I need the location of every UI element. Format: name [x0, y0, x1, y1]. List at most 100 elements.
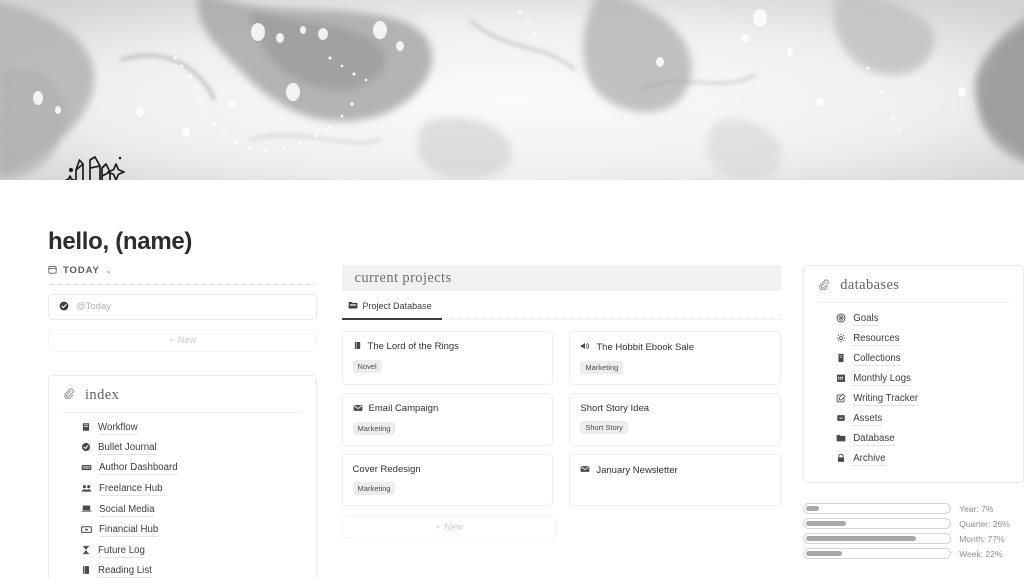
project-card-title-row: Cover Redesign	[353, 464, 543, 475]
megaphone-icon	[580, 341, 590, 354]
money-card-icon	[81, 524, 92, 538]
list-item[interactable]: Assets	[818, 409, 1009, 429]
today-new-button[interactable]: + New	[48, 328, 317, 352]
project-card[interactable]: Short Story Idea Short Story	[569, 392, 782, 446]
progress-track-week	[803, 548, 952, 559]
progress-row: Month: 77%	[803, 533, 1024, 544]
progress-row: Week: 22%	[803, 548, 1024, 559]
progress-label-year: Year: 7%	[959, 503, 994, 514]
today-task-row[interactable]: @Today	[48, 293, 317, 320]
left-column: TODAY ⌄ @Today + New index Workflow Bull…	[48, 265, 317, 578]
databases-panel-title: databases	[840, 277, 900, 293]
databases-list: Goals Resources Collections Monthly Logs…	[818, 309, 1009, 469]
databases-panel-header: databases	[818, 277, 1009, 303]
laptop-icon	[81, 503, 92, 517]
project-card-title-row: Email Campaign	[353, 403, 543, 416]
project-database-tabbar: Project Database	[341, 300, 782, 320]
list-item[interactable]: Monthly Logs	[818, 369, 1009, 389]
project-card-title: Cover Redesign	[352, 464, 421, 475]
calendar-grid-icon	[836, 373, 846, 386]
paperclip-icon	[63, 387, 74, 403]
paperclip-icon	[818, 278, 829, 294]
project-card[interactable]: Cover Redesign Marketing	[341, 454, 554, 506]
progress-label-week: Week: 22%	[959, 548, 1003, 559]
progress-label-quarter: Quarter: 26%	[959, 518, 1010, 529]
list-item[interactable]: Future Log	[63, 541, 302, 561]
people-icon	[81, 483, 92, 497]
project-card[interactable]: The Hobbit Ebook Sale Marketing	[569, 331, 782, 385]
list-item[interactable]: Archive	[818, 449, 1009, 469]
list-item[interactable]: Financial Hub	[63, 521, 302, 542]
list-item-label: Archive	[853, 452, 886, 466]
list-item[interactable]: Freelance Hub	[63, 479, 302, 500]
list-item-label: Collections	[853, 352, 901, 366]
tab-project-database[interactable]: Project Database	[341, 300, 442, 320]
project-card-tag: Marketing	[580, 360, 624, 374]
progress-track-month	[803, 533, 952, 544]
notebook-icon	[81, 422, 91, 435]
book-icon	[81, 565, 91, 578]
list-item-label: Reading List	[98, 564, 152, 578]
project-card-title-row: The Hobbit Ebook Sale	[580, 341, 770, 354]
list-item[interactable]: Writing Tracker	[818, 389, 1009, 409]
progress-fill-year	[806, 506, 819, 511]
list-item-label: Bullet Journal	[98, 442, 157, 455]
list-item-label: Assets	[853, 412, 883, 426]
list-item[interactable]: Goals	[818, 309, 1009, 329]
chevron-down-icon[interactable]: ⌄	[106, 267, 113, 275]
right-column: databases Goals Resources Collections Mo…	[803, 265, 1024, 578]
project-card[interactable]: The Lord of the Rings Novel	[341, 331, 554, 385]
plus-icon: +	[168, 335, 174, 345]
page-title: hello, (name)	[48, 228, 193, 255]
three-column-layout: TODAY ⌄ @Today + New index Workflow Bull…	[0, 265, 1024, 578]
list-item[interactable]: Database	[818, 429, 1009, 449]
progress-bars-group: Year: 7% Quarter: 26% Month: 77% Week: 2…	[803, 503, 1024, 559]
index-list: Workflow Bullet Journal Author Dashboard	[63, 419, 302, 578]
hourglass-icon	[81, 545, 91, 558]
list-item-label: Author Dashboard	[99, 462, 178, 476]
lock-icon	[836, 453, 846, 466]
project-new-button[interactable]: + New	[341, 515, 557, 538]
project-card-tag: Marketing	[352, 482, 396, 495]
project-card[interactable]: January Newsletter	[569, 454, 782, 506]
today-widget-header[interactable]: TODAY ⌄	[48, 265, 317, 285]
progress-fill-month	[806, 536, 916, 541]
folder-icon	[836, 433, 846, 446]
keyboard-icon	[81, 462, 92, 476]
current-projects-column: current projects Project Database The Lo	[341, 265, 782, 578]
list-item[interactable]: Social Media	[63, 500, 302, 521]
list-item[interactable]: Author Dashboard	[63, 459, 302, 480]
envelope-icon	[580, 464, 590, 477]
databases-panel: databases Goals Resources Collections Mo…	[803, 265, 1024, 483]
calendar-icon	[48, 265, 57, 277]
project-card-title-row: The Lord of the Rings	[353, 341, 543, 353]
list-item-label: Resources	[853, 332, 900, 346]
gear-icon	[836, 333, 846, 346]
project-card-tag: Novel	[352, 359, 382, 373]
project-card-title-row: January Newsletter	[580, 464, 770, 477]
list-item[interactable]: Workflow	[63, 419, 302, 439]
target-icon	[836, 313, 846, 326]
today-widget-label: TODAY	[63, 265, 100, 277]
list-item-label: Monthly Logs	[853, 372, 911, 386]
progress-track-year	[803, 503, 952, 514]
index-panel: index Workflow Bullet Journal Author Das…	[48, 374, 317, 578]
list-item[interactable]: Reading List	[63, 561, 302, 578]
list-item[interactable]: Resources	[818, 329, 1009, 349]
project-card-title: The Hobbit Ebook Sale	[596, 341, 695, 353]
progress-row: Quarter: 26%	[803, 518, 1024, 529]
list-item[interactable]: Bullet Journal	[63, 439, 302, 459]
project-card[interactable]: Email Campaign Marketing	[341, 392, 554, 446]
banner-marble-texture	[0, 0, 1024, 180]
tab-label: Project Database	[362, 301, 432, 311]
plus-icon: +	[435, 521, 441, 532]
today-task-label: @Today	[76, 301, 111, 312]
project-new-label: New	[444, 521, 463, 532]
pencil-square-icon	[836, 393, 846, 406]
list-item-label: Writing Tracker	[853, 392, 919, 406]
project-card-title: The Lord of the Rings	[367, 341, 459, 353]
list-item[interactable]: Collections	[818, 349, 1009, 369]
project-card-title-row: Short Story Idea	[580, 403, 770, 414]
list-item-label: Freelance Hub	[99, 483, 163, 497]
list-item-label: Workflow	[98, 422, 138, 435]
